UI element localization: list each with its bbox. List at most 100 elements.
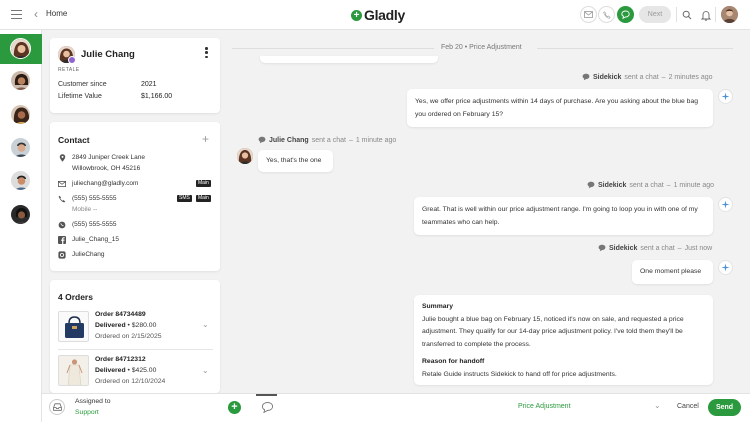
date-separator: Feb 20 • Price Adjustment <box>441 44 522 51</box>
message-bubble: Yes, we offer price adjustments within 1… <box>407 89 713 127</box>
chevron-down-icon[interactable]: ⌄ <box>202 320 209 329</box>
add-contact-icon[interactable]: + <box>202 133 209 145</box>
order-date: Ordered on 2/15/2025 <box>95 333 162 340</box>
message-bubble: One moment please <box>632 260 713 284</box>
back-chevron-icon[interactable]: ‹ <box>34 7 38 21</box>
customer-since-value: 2021 <box>141 81 157 88</box>
message-verb: sent a chat <box>629 181 664 189</box>
avatar <box>10 137 31 158</box>
lifetime-value-value: $1,166.00 <box>141 93 173 100</box>
cancel-button[interactable]: Cancel <box>677 403 699 410</box>
rail-item-customer[interactable] <box>0 100 42 130</box>
search-icon[interactable] <box>680 8 694 22</box>
date-divider-line <box>232 48 434 49</box>
location-pin-icon <box>58 154 66 162</box>
rail-item-customer[interactable] <box>0 66 42 96</box>
message-time: 1 minute ago <box>355 136 397 144</box>
message-time: 2 minutes ago <box>668 73 713 81</box>
instagram-icon <box>58 251 66 259</box>
agent-avatar[interactable] <box>721 6 738 23</box>
lifetime-value-label: Lifetime Value <box>58 93 102 100</box>
message-meta: Julie Chang sent a chat –1 minute ago <box>258 136 396 144</box>
composer-bar <box>42 393 750 422</box>
order-date: Ordered on 12/10/2024 <box>95 378 166 385</box>
message-time-sep: – <box>661 73 666 81</box>
bell-icon[interactable] <box>699 8 713 22</box>
home-link[interactable]: Home <box>46 9 67 18</box>
message-verb: sent a chat <box>311 136 346 144</box>
rail-item-customer[interactable] <box>0 133 42 163</box>
facebook-icon <box>58 236 66 244</box>
add-plus-icon[interactable]: + <box>228 401 241 414</box>
hamburger-icon[interactable] <box>11 10 22 19</box>
logo-plus-icon: + <box>351 9 362 21</box>
orders-title: 4 Orders <box>58 292 93 302</box>
customer-name: Julie Chang <box>81 49 135 60</box>
order-number-line: Order 84734489 <box>95 311 146 318</box>
chevron-down-icon[interactable]: ⌄ <box>202 366 209 375</box>
order-status-line: Delivered • $425.00 <box>95 367 157 374</box>
chat-channel-icon[interactable] <box>617 6 634 23</box>
contact-card: Contact + 2849 Juniper Creek Lane Willow… <box>50 122 220 271</box>
sidekick-sparkle-icon[interactable] <box>718 197 733 212</box>
address-line1: 2849 Juniper Creek Lane <box>72 154 145 161</box>
message-meta: Sidekick sent a chat –2 minutes ago <box>582 73 713 81</box>
chat-bubble-icon <box>258 136 266 144</box>
avatar <box>10 70 31 91</box>
summary-text: Julie bought a blue bag on February 15, … <box>422 315 684 348</box>
avatar <box>10 38 31 59</box>
more-options-icon[interactable] <box>205 47 208 58</box>
phone-type-dash: -- <box>92 206 98 213</box>
avatar <box>10 204 31 225</box>
divider <box>676 7 677 22</box>
message-time-sep: – <box>348 136 353 144</box>
orders-card: 4 Orders Order 84734489 Delivered • $280… <box>50 280 220 393</box>
next-button[interactable]: Next <box>639 6 671 23</box>
sidekick-sparkle-icon[interactable] <box>718 89 733 104</box>
order-status-line: Delivered • $280.00 <box>95 322 157 329</box>
order-number-link[interactable]: 84734489 <box>115 311 145 318</box>
date-divider-line <box>537 48 733 49</box>
reply-template-select[interactable]: Price Adjustment <box>518 403 571 410</box>
whatsapp-value[interactable]: (555) 555-5555 <box>72 221 116 228</box>
divider <box>58 349 213 350</box>
message-bubble: Great. That is well within our price adj… <box>414 197 713 235</box>
order-number-line: Order 84712312 <box>95 356 146 363</box>
message-time: 1 minute ago <box>673 181 715 189</box>
logo-text: Gladly <box>364 7 405 23</box>
customer-since-label: Customer since <box>58 81 107 88</box>
inbox-icon[interactable] <box>49 399 65 415</box>
customer-avatar <box>237 148 253 164</box>
message-author: Julie Chang <box>269 136 309 144</box>
chevron-down-icon[interactable]: ⌄ <box>654 401 661 410</box>
whatsapp-icon <box>58 221 66 229</box>
message-time-sep: – <box>666 181 671 189</box>
main-tag: Main <box>196 180 211 187</box>
sms-tag: SMS <box>177 195 192 202</box>
send-button[interactable]: Send <box>708 399 741 416</box>
sidekick-sparkle-icon[interactable] <box>718 260 733 275</box>
message-bubble: Yes, that's the one <box>258 150 333 172</box>
email-value[interactable]: juliechang@gladly.com <box>72 180 138 187</box>
phone-channel-icon[interactable] <box>598 6 615 23</box>
avatar <box>10 104 31 125</box>
instagram-value[interactable]: JulieChang <box>72 251 105 258</box>
facebook-value[interactable]: Julie_Chang_15 <box>72 236 119 243</box>
message-verb: sent a chat <box>624 73 659 81</box>
message-meta: Sidekick sent a chat –1 minute ago <box>587 181 714 189</box>
top-bar: ‹ Home + Gladly Next <box>0 0 750 30</box>
order-status: Delivered <box>95 367 126 374</box>
rail-item-julie-chang[interactable] <box>0 34 42 64</box>
rail-item-customer[interactable] <box>0 166 42 196</box>
handoff-reason-heading: Reason for handoff <box>422 358 485 365</box>
order-label: Order <box>95 311 114 318</box>
assigned-to-value[interactable]: Support <box>75 409 99 416</box>
rail-item-customer[interactable] <box>0 200 42 230</box>
phone-value[interactable]: (555) 555-5555 <box>72 195 116 202</box>
chat-bubble-icon <box>582 73 590 81</box>
scroll-fade <box>222 385 750 393</box>
order-number-link[interactable]: 84712312 <box>115 356 145 363</box>
order-label: Order <box>95 356 114 363</box>
email-channel-icon[interactable] <box>580 6 597 23</box>
chat-reply-icon[interactable] <box>261 401 274 414</box>
